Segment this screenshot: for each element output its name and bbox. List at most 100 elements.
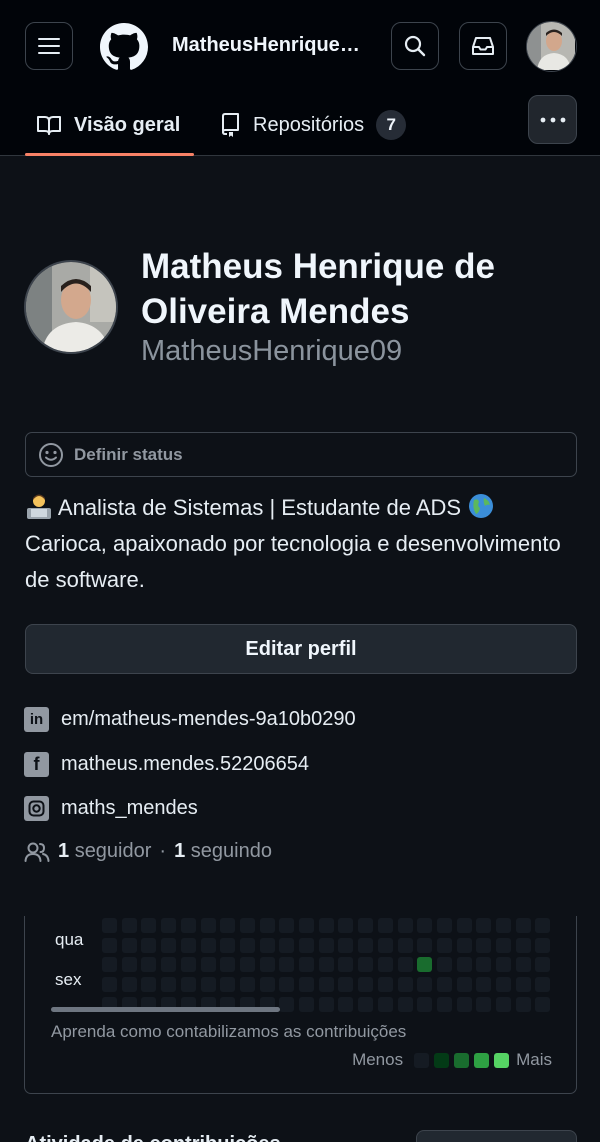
contribution-day-cell[interactable]: [200, 977, 216, 993]
contribution-day-cell[interactable]: [476, 918, 492, 933]
contribution-day-cell[interactable]: [358, 918, 374, 933]
contribution-day-cell[interactable]: [338, 957, 354, 973]
contribution-day-cell[interactable]: [220, 957, 236, 973]
contribution-day-cell[interactable]: [259, 957, 275, 973]
contribution-day-cell[interactable]: [456, 937, 472, 953]
contribution-day-cell[interactable]: [476, 977, 492, 993]
contribution-day-cell[interactable]: [338, 918, 354, 933]
contribution-day-cell[interactable]: [102, 957, 117, 973]
contribution-day-cell[interactable]: [259, 937, 275, 953]
contribution-day-cell[interactable]: [239, 957, 255, 973]
contribution-day-cell[interactable]: [456, 996, 472, 1012]
linkedin-link[interactable]: in em/matheus-mendes-9a10b0290: [24, 707, 356, 732]
contribution-day-cell[interactable]: [338, 977, 354, 993]
contribution-day-cell[interactable]: [161, 977, 177, 993]
contribution-day-cell[interactable]: [397, 996, 413, 1012]
contribution-day-cell[interactable]: [141, 937, 157, 953]
contribution-day-cell[interactable]: [102, 977, 117, 993]
contribution-day-cell[interactable]: [259, 977, 275, 993]
contribution-day-cell[interactable]: [180, 957, 196, 973]
contribution-day-cell[interactable]: [318, 918, 334, 933]
contribution-day-cell[interactable]: [417, 937, 433, 953]
contribution-day-cell[interactable]: [535, 957, 551, 973]
set-status-button[interactable]: Definir status: [25, 432, 577, 477]
contribution-day-cell[interactable]: [239, 918, 255, 933]
contribution-day-cell[interactable]: [338, 937, 354, 953]
contribution-day-cell[interactable]: [535, 977, 551, 993]
contribution-day-cell[interactable]: [436, 957, 452, 973]
contribution-day-cell[interactable]: [220, 977, 236, 993]
contribution-day-cell[interactable]: [436, 937, 452, 953]
contribution-day-cell[interactable]: [515, 996, 531, 1012]
year-select-button[interactable]: [416, 1130, 577, 1142]
contribution-day-cell[interactable]: [496, 977, 511, 993]
contribution-day-cell[interactable]: [239, 977, 255, 993]
contribution-day-cell[interactable]: [436, 977, 452, 993]
contribution-day-cell[interactable]: [535, 937, 551, 953]
contribution-day-cell[interactable]: [358, 937, 374, 953]
contribution-day-cell[interactable]: [377, 977, 393, 993]
contribution-day-cell[interactable]: [299, 996, 314, 1012]
contribution-day-cell[interactable]: [318, 937, 334, 953]
contribution-day-cell[interactable]: [456, 977, 472, 993]
contribution-day-cell[interactable]: [279, 996, 295, 1012]
contribution-day-cell[interactable]: [535, 996, 551, 1012]
contribution-day-cell[interactable]: [161, 918, 177, 933]
contribution-day-cell[interactable]: [299, 918, 314, 933]
github-logo-icon[interactable]: [100, 23, 148, 71]
contribution-day-cell[interactable]: [259, 918, 275, 933]
contribution-day-cell[interactable]: [200, 918, 216, 933]
contribution-day-cell[interactable]: [200, 937, 216, 953]
contribution-day-cell[interactable]: [121, 937, 137, 953]
contribution-day-cell[interactable]: [279, 918, 295, 933]
contribution-day-cell[interactable]: [121, 957, 137, 973]
contribution-day-cell[interactable]: [102, 937, 117, 953]
instagram-link[interactable]: maths_mendes: [24, 796, 198, 821]
contribution-day-cell[interactable]: [200, 957, 216, 973]
contribution-day-cell[interactable]: [515, 957, 531, 973]
contribution-day-cell[interactable]: [496, 957, 511, 973]
contribution-day-cell[interactable]: [358, 996, 374, 1012]
contribution-day-cell[interactable]: [239, 937, 255, 953]
contribution-day-cell[interactable]: [397, 937, 413, 953]
learn-contributions-link[interactable]: Aprenda como contabilizamos as contribui…: [51, 1022, 406, 1042]
contribution-day-cell[interactable]: [476, 957, 492, 973]
contribution-day-cell[interactable]: [220, 937, 236, 953]
facebook-link[interactable]: f matheus.mendes.52206654: [24, 752, 309, 777]
contribution-day-cell[interactable]: [279, 937, 295, 953]
contribution-day-cell[interactable]: [279, 977, 295, 993]
contribution-day-cell[interactable]: [299, 977, 314, 993]
contribution-day-cell[interactable]: [456, 957, 472, 973]
contribution-day-cell[interactable]: [141, 957, 157, 973]
search-button[interactable]: [391, 22, 439, 70]
contribution-day-cell[interactable]: [377, 918, 393, 933]
contribution-day-cell[interactable]: [417, 996, 433, 1012]
contribution-day-cell[interactable]: [515, 977, 531, 993]
contribution-day-cell[interactable]: [318, 977, 334, 993]
contribution-day-cell[interactable]: [338, 996, 354, 1012]
contribution-day-cell[interactable]: [161, 937, 177, 953]
profile-avatar[interactable]: [24, 260, 118, 354]
contribution-day-cell[interactable]: [358, 977, 374, 993]
edit-profile-button[interactable]: Editar perfil: [25, 624, 577, 674]
contribution-day-cell[interactable]: [476, 996, 492, 1012]
followers-link[interactable]: 1 seguidor: [58, 840, 151, 863]
inbox-button[interactable]: [459, 22, 507, 70]
contribution-day-cell[interactable]: [436, 918, 452, 933]
following-link[interactable]: 1 seguindo: [174, 840, 272, 863]
contribution-day-cell[interactable]: [377, 996, 393, 1012]
contribution-day-cell[interactable]: [377, 937, 393, 953]
contribution-day-cell[interactable]: [496, 918, 511, 933]
menu-button[interactable]: [25, 22, 73, 70]
calendar-scrollbar[interactable]: [51, 1007, 280, 1012]
contribution-day-cell[interactable]: [515, 937, 531, 953]
contribution-day-cell[interactable]: [121, 977, 137, 993]
contribution-day-cell[interactable]: [121, 918, 137, 933]
contribution-day-cell[interactable]: [141, 918, 157, 933]
contribution-day-cell[interactable]: [397, 957, 413, 973]
contribution-day-cell[interactable]: [377, 957, 393, 973]
contribution-day-cell[interactable]: [515, 918, 531, 933]
contribution-day-cell[interactable]: [220, 918, 236, 933]
contribution-day-cell[interactable]: [318, 957, 334, 973]
contribution-day-cell[interactable]: [535, 918, 551, 933]
